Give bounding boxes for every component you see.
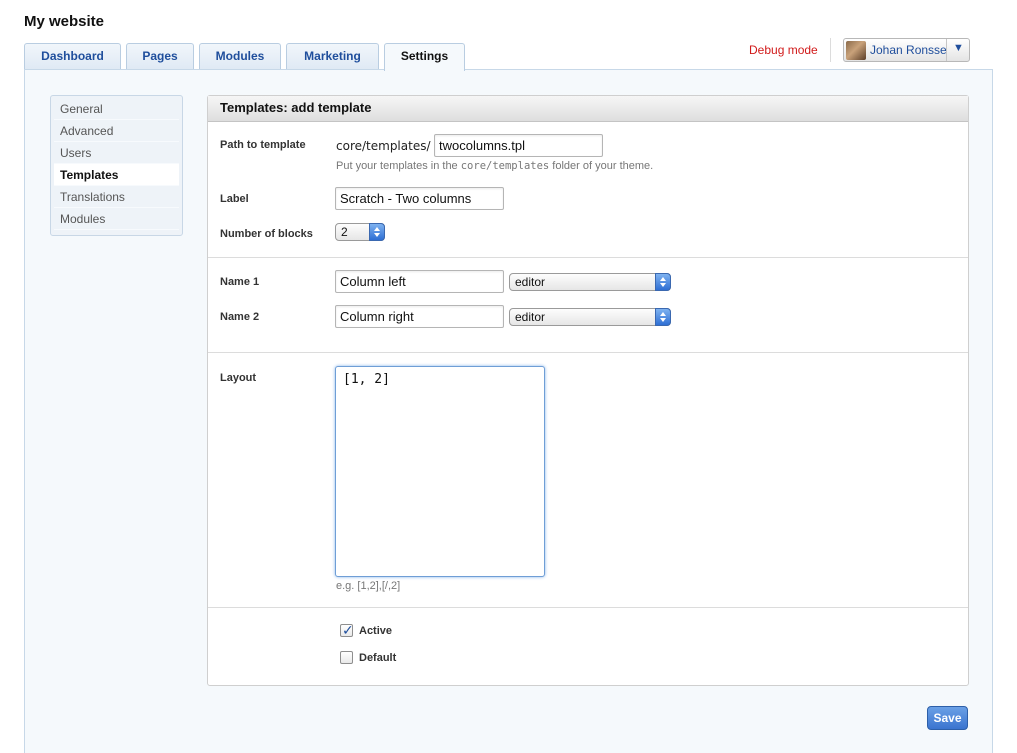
settings-subnav: General Advanced Users Templates Transla… bbox=[50, 95, 183, 236]
divider bbox=[208, 257, 968, 258]
active-label: Active bbox=[359, 625, 393, 637]
layout-textarea[interactable]: [1, 2] bbox=[335, 366, 545, 577]
name1-label: Name 1 bbox=[220, 276, 260, 288]
blocks-select-value: 2 bbox=[341, 225, 348, 239]
tab-settings[interactable]: Settings bbox=[384, 43, 465, 71]
name2-label: Name 2 bbox=[220, 311, 260, 323]
select-arrows-icon bbox=[369, 223, 385, 241]
blocks-label: Number of blocks bbox=[220, 228, 313, 240]
name1-type-value: editor bbox=[515, 275, 546, 289]
subnav-item-templates[interactable]: Templates bbox=[54, 164, 179, 186]
add-template-panel: Templates: add template Path to template… bbox=[207, 95, 969, 686]
save-button[interactable]: Save bbox=[927, 706, 968, 730]
layout-hint: e.g. [1,2],[/,2] bbox=[336, 580, 401, 592]
subnav-item-advanced[interactable]: Advanced bbox=[54, 120, 179, 142]
name2-type-select[interactable]: editor bbox=[509, 308, 671, 326]
active-checkbox[interactable]: ✓ bbox=[340, 622, 354, 638]
user-menu-divider bbox=[946, 39, 947, 61]
blocks-select[interactable]: 2 bbox=[335, 223, 385, 241]
label-input[interactable] bbox=[335, 187, 504, 210]
path-input[interactable] bbox=[434, 134, 603, 157]
path-label: Path to template bbox=[220, 139, 306, 151]
avatar bbox=[846, 41, 866, 60]
default-label: Default bbox=[359, 652, 397, 664]
header-divider bbox=[830, 38, 831, 62]
debug-mode-link[interactable]: Debug mode bbox=[749, 43, 818, 57]
tab-marketing[interactable]: Marketing bbox=[286, 43, 379, 70]
chevron-down-icon[interactable]: ▼ bbox=[953, 42, 964, 54]
settings-content: General Advanced Users Templates Transla… bbox=[24, 69, 993, 753]
panel-title: Templates: add template bbox=[208, 96, 968, 122]
name1-input[interactable] bbox=[335, 270, 504, 293]
tab-modules[interactable]: Modules bbox=[199, 43, 281, 70]
site-title: My website bbox=[24, 13, 105, 30]
default-checkbox[interactable] bbox=[340, 651, 353, 664]
name2-input[interactable] bbox=[335, 305, 504, 328]
user-menu-button[interactable]: Johan Ronsse ▼ bbox=[843, 38, 970, 62]
divider bbox=[208, 352, 968, 353]
subnav-item-general[interactable]: General bbox=[54, 98, 179, 120]
divider bbox=[208, 607, 968, 608]
path-hint: Put your templates in the core/templates… bbox=[336, 160, 654, 172]
layout-label: Layout bbox=[220, 372, 257, 384]
tab-dashboard[interactable]: Dashboard bbox=[24, 43, 121, 70]
user-name: Johan Ronsse bbox=[870, 43, 947, 57]
check-icon: ✓ bbox=[342, 622, 354, 638]
tab-pages[interactable]: Pages bbox=[126, 43, 194, 70]
subnav-item-modules[interactable]: Modules bbox=[54, 208, 179, 230]
select-arrows-icon bbox=[655, 273, 671, 291]
name1-type-select[interactable]: editor bbox=[509, 273, 671, 291]
label-field-label: Label bbox=[220, 193, 249, 205]
subnav-item-translations[interactable]: Translations bbox=[54, 186, 179, 208]
path-prefix: core/templates/ bbox=[336, 139, 431, 153]
select-arrows-icon bbox=[655, 308, 671, 326]
name2-type-value: editor bbox=[515, 310, 546, 324]
subnav-item-users[interactable]: Users bbox=[54, 142, 179, 164]
